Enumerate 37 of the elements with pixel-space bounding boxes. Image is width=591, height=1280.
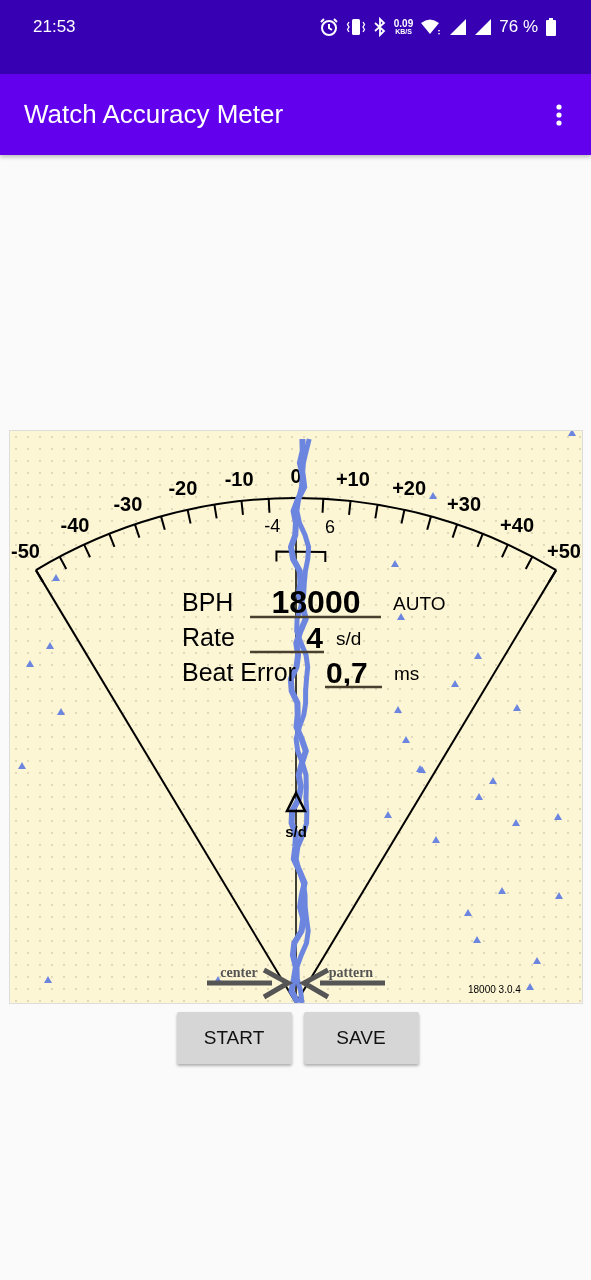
readout-unit: ms (394, 663, 420, 684)
alarm-icon (318, 17, 339, 37)
wifi-icon (420, 18, 443, 36)
bluetooth-icon (372, 17, 387, 37)
scale-label: +30 (447, 492, 482, 515)
readout-value: 0,7 (326, 656, 368, 689)
more-options-icon[interactable] (555, 102, 563, 127)
readout-label: BPH (182, 588, 234, 616)
action-button[interactable]: SAVE (303, 1012, 419, 1064)
scale-label: +10 (335, 468, 370, 491)
clock-time: 21:53 (33, 16, 76, 38)
scale-label: -40 (60, 513, 90, 536)
bracket-label: -4 (264, 516, 281, 537)
readout-unit: s/d (336, 628, 362, 649)
tolerance-bracket (275, 550, 327, 563)
scale-label: -50 (11, 540, 40, 563)
scale-label: -30 (113, 492, 143, 515)
scale-label: -10 (224, 468, 254, 491)
readout-unit: AUTO (393, 593, 446, 614)
scale-label: +50 (547, 540, 581, 563)
marker-triangle-icon (284, 790, 308, 813)
signal-icon (449, 18, 468, 36)
pattern-label: pattern (328, 965, 374, 980)
app-title: Watch Accuracy Meter (24, 99, 284, 130)
signal-icon (474, 18, 493, 36)
scale-label: -20 (168, 477, 198, 500)
readout-label: Rate (182, 623, 235, 651)
bracket-label: 6 (325, 517, 335, 537)
battery-percent: 76 % (499, 17, 538, 37)
scale-label: +20 (392, 477, 427, 500)
action-button[interactable]: START (176, 1012, 292, 1064)
scale-label: +40 (500, 513, 534, 536)
readout-value: 4 (306, 621, 323, 654)
version-label: 18000 3.0.4 (468, 984, 521, 995)
center-label: center (220, 965, 258, 980)
vibrate-icon (345, 17, 366, 37)
battery-icon (545, 17, 557, 37)
